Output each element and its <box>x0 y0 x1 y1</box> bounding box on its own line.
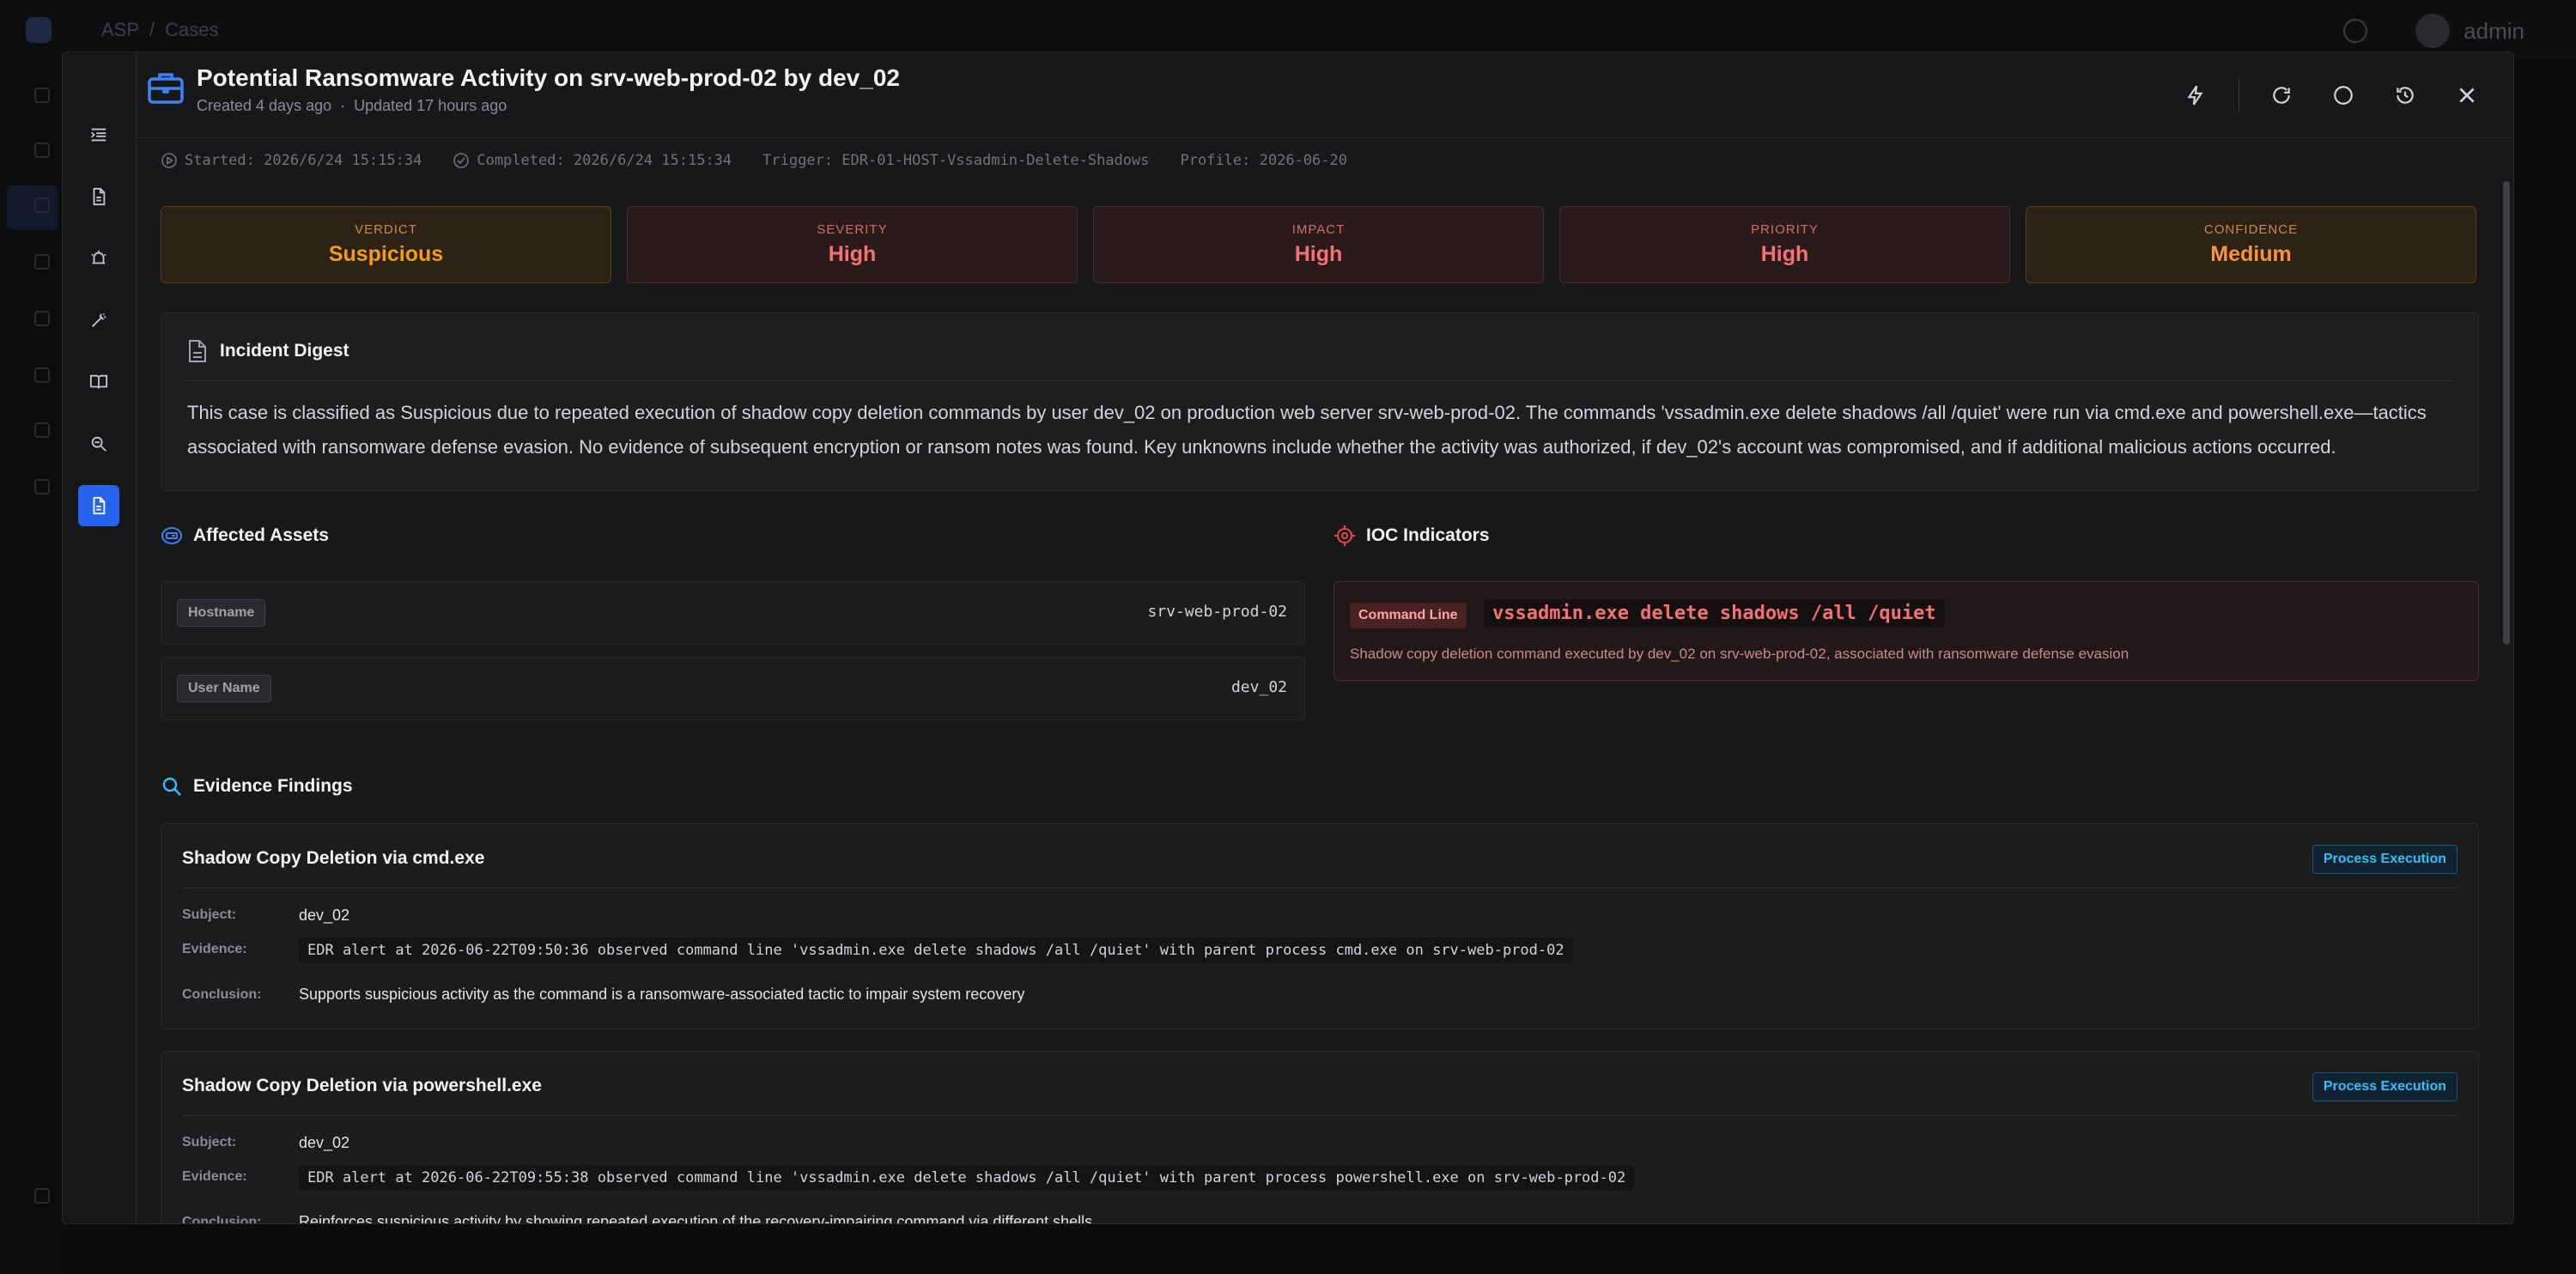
server-icon <box>161 527 182 544</box>
ioc-header: IOC Indicators <box>1334 525 1490 547</box>
priority-card: PRIORITY High <box>1559 206 2010 283</box>
app-logo-icon <box>26 17 52 43</box>
sidebar-collapse-icon[interactable] <box>34 1188 50 1204</box>
started-meta: Started: 2026/6/24 15:15:34 <box>161 152 422 169</box>
confidence-card: CONFIDENCE Medium <box>2026 206 2476 283</box>
sidebar-knowledge-icon[interactable] <box>34 367 50 383</box>
digest-header: Incident Digest <box>187 339 349 363</box>
finding-title: Shadow Copy Deletion via cmd.exe <box>182 848 485 868</box>
case-detail-modal: Potential Ransomware Activity on srv-web… <box>62 52 2514 1224</box>
subject-label: Subject: <box>182 907 237 922</box>
modal-header <box>137 52 2513 138</box>
asset-key: Hostname <box>177 599 266 627</box>
sidebar-settings-icon[interactable] <box>34 479 50 494</box>
divider <box>182 888 2458 889</box>
asset-row-hostname: Hostname srv-web-prod-02 <box>161 581 1305 645</box>
document-icon[interactable] <box>78 176 119 217</box>
profile-meta: Profile: 2026-06-20 <box>1180 152 1347 169</box>
finding-card: Shadow Copy Deletion via powershell.exe … <box>161 1051 2479 1224</box>
play-circle-icon <box>161 153 177 168</box>
username: admin <box>2464 17 2524 44</box>
search-icon <box>162 777 181 796</box>
document-icon <box>189 340 206 362</box>
sidebar-dashboard-icon[interactable] <box>34 88 50 103</box>
conclusion-value: Reinforces suspicious activity by showin… <box>299 1213 1093 1224</box>
alarm-icon[interactable] <box>78 238 119 279</box>
score-cards: VERDICT Suspicious SEVERITY High IMPACT … <box>161 206 2476 283</box>
subject-value: dev_02 <box>299 907 350 924</box>
conclusion-label: Conclusion: <box>182 1215 262 1224</box>
subject-value: dev_02 <box>299 1134 350 1151</box>
evidence-label: Evidence: <box>182 1169 247 1184</box>
severity-card: SEVERITY High <box>627 206 1078 283</box>
evidence-value: EDR alert at 2026-06-22T09:55:38 observe… <box>299 1165 1635 1191</box>
user-menu[interactable]: admin <box>2343 14 2524 48</box>
breadcrumb-cases[interactable]: Cases <box>165 19 218 40</box>
sidebar-cases-icon[interactable] <box>34 143 50 158</box>
finding-title: Shadow Copy Deletion via powershell.exe <box>182 1076 542 1095</box>
sidebar-active-highlight <box>7 185 58 230</box>
digest-text: This case is classified as Suspicious du… <box>187 402 2427 458</box>
asset-value[interactable]: dev_02 <box>1231 678 1287 696</box>
report-icon[interactable] <box>78 485 119 526</box>
modal-side-rail <box>63 52 137 1223</box>
incident-digest: Incident Digest This case is classified … <box>161 312 2479 491</box>
investigate-icon[interactable] <box>78 423 119 464</box>
subject-label: Subject: <box>182 1135 237 1150</box>
ioc-item: Command Line vssadmin.exe delete shadows… <box>1334 581 2479 681</box>
book-icon[interactable] <box>78 361 119 403</box>
sidebar-tools-icon[interactable] <box>34 311 50 326</box>
background-topbar: ASP / Cases admin <box>0 0 2576 58</box>
sidebar-docs-icon[interactable] <box>34 422 50 438</box>
affected-assets-header: Affected Assets <box>161 525 329 547</box>
menu-icon[interactable] <box>78 114 119 155</box>
avatar[interactable] <box>2415 14 2451 48</box>
ioc-type-badge: Command Line <box>1350 603 1467 628</box>
ioc-value[interactable]: vssadmin.exe delete shadows /all /quiet <box>1484 599 1945 628</box>
check-circle-icon <box>453 153 470 168</box>
breadcrumb-root[interactable]: ASP <box>101 19 139 40</box>
finding-tag: Process Execution <box>2312 845 2458 874</box>
evidence-value: EDR alert at 2026-06-22T09:50:36 observe… <box>299 937 1573 963</box>
verdict-card: VERDICT Suspicious <box>161 206 611 283</box>
breadcrumb-separator: / <box>149 19 155 40</box>
sidebar-alerts-icon[interactable] <box>34 197 50 213</box>
asset-value[interactable]: srv-web-prod-02 <box>1147 603 1287 621</box>
finding-card: Shadow Copy Deletion via cmd.exe Process… <box>161 823 2479 1029</box>
evidence-findings-header: Evidence Findings <box>161 775 353 798</box>
impact-card: IMPACT High <box>1093 206 1544 283</box>
background-sidebar <box>0 58 62 1274</box>
magic-wand-icon[interactable] <box>78 300 119 341</box>
trigger-meta: Trigger: EDR-01-HOST-Vssadmin-Delete-Sha… <box>762 152 1150 169</box>
finding-tag: Process Execution <box>2312 1072 2458 1101</box>
divider <box>187 380 2452 381</box>
completed-meta: Completed: 2026/6/24 15:15:34 <box>453 152 732 169</box>
scrollbar[interactable] <box>2503 181 2510 645</box>
asset-key: User Name <box>177 675 271 702</box>
chat-icon[interactable] <box>2343 19 2368 43</box>
asset-row-username: User Name dev_02 <box>161 657 1305 720</box>
target-icon <box>1334 525 1355 546</box>
conclusion-label: Conclusion: <box>182 987 262 1002</box>
ioc-description: Shadow copy deletion command executed by… <box>1350 646 2129 662</box>
divider <box>182 1115 2458 1116</box>
breadcrumb: ASP / Cases <box>101 19 229 41</box>
sidebar-engines-icon[interactable] <box>34 254 50 270</box>
case-meta: Started: 2026/6/24 15:15:34 Completed: 2… <box>161 152 1347 169</box>
evidence-label: Evidence: <box>182 942 247 956</box>
conclusion-value: Supports suspicious activity as the comm… <box>299 986 1025 1003</box>
